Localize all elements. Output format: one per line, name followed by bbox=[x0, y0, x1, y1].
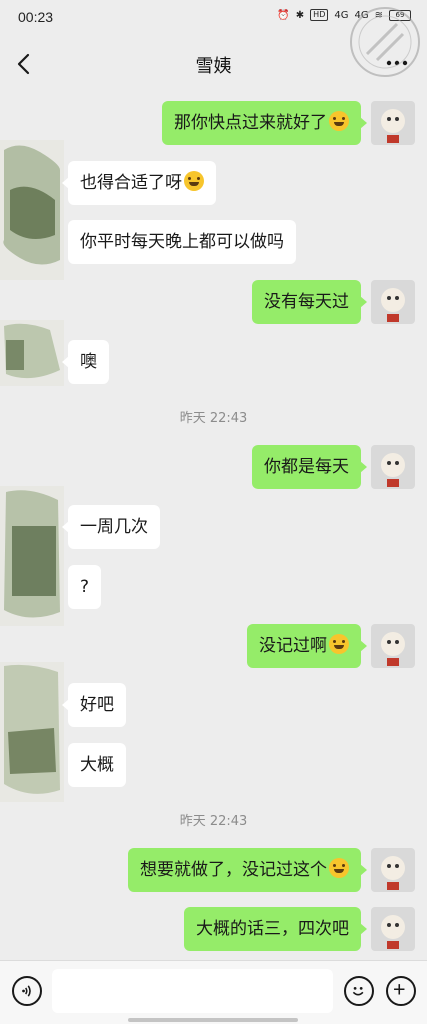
bubble-tail bbox=[360, 461, 367, 473]
other-avatar[interactable] bbox=[0, 486, 64, 626]
bubble-tail bbox=[360, 296, 367, 308]
message-bubble[interactable]: 一周几次 bbox=[68, 505, 160, 549]
hd-badge: HD bbox=[310, 9, 329, 21]
message-text: 没有每天过 bbox=[264, 292, 349, 312]
grin-emoji-icon bbox=[329, 111, 349, 131]
message-bubble[interactable]: 噢 bbox=[68, 340, 109, 384]
message-bubble[interactable]: 那你快点过来就好了 bbox=[162, 101, 361, 145]
message-input[interactable] bbox=[52, 969, 333, 1013]
other-avatar[interactable] bbox=[0, 662, 64, 802]
message-text: 大概的话三，四次吧 bbox=[196, 919, 349, 939]
self-avatar[interactable] bbox=[371, 624, 415, 668]
status-time: 00:23 bbox=[18, 9, 54, 25]
message-bubble[interactable]: 大概的话三，四次吧 bbox=[184, 907, 361, 951]
message-text: 没记过啊 bbox=[259, 636, 327, 656]
voice-input-icon[interactable] bbox=[12, 976, 42, 1006]
message-bubble[interactable]: ? bbox=[68, 565, 102, 609]
bubble-tail bbox=[360, 117, 367, 129]
input-bar bbox=[0, 960, 427, 1024]
add-more-icon[interactable] bbox=[386, 976, 416, 1006]
message-bubble[interactable]: 想要就做了，没记过这个 bbox=[128, 848, 361, 892]
more-options-icon[interactable] bbox=[385, 56, 409, 70]
home-indicator[interactable] bbox=[128, 1018, 298, 1022]
bubble-tail bbox=[62, 177, 69, 189]
bubble-tail bbox=[62, 356, 69, 368]
status-icons: ⏰ ✱ HD 4G 4G ≋ 69 bbox=[277, 9, 411, 21]
bubble-tail bbox=[62, 699, 69, 711]
bubble-tail bbox=[360, 923, 367, 935]
message-bubble[interactable]: 也得合适了呀 bbox=[68, 161, 216, 205]
other-avatar[interactable] bbox=[0, 140, 64, 280]
message-bubble[interactable]: 你都是每天 bbox=[252, 445, 361, 489]
message-text: 也得合适了呀 bbox=[80, 173, 182, 193]
alarm-icon: ⏰ bbox=[277, 9, 290, 21]
other-avatar[interactable] bbox=[0, 320, 64, 386]
bubble-tail bbox=[360, 864, 367, 876]
signal-4g-icon-2: 4G bbox=[354, 9, 369, 21]
self-avatar[interactable] bbox=[371, 848, 415, 892]
self-avatar[interactable] bbox=[371, 101, 415, 145]
self-avatar[interactable] bbox=[371, 907, 415, 951]
message-text: ? bbox=[80, 577, 90, 597]
timestamp: 昨天 22:43 bbox=[179, 411, 248, 426]
message-bubble[interactable]: 好吧 bbox=[68, 683, 126, 727]
battery-icon: 69 bbox=[389, 9, 411, 21]
chat-header: 雪姨 bbox=[0, 40, 427, 88]
status-bar: 00:23 ⏰ ✱ HD 4G 4G ≋ 69 bbox=[0, 0, 427, 36]
message-bubble[interactable]: 大概 bbox=[68, 743, 126, 787]
laugh-cry-emoji-icon bbox=[329, 858, 349, 878]
laugh-cry-emoji-icon bbox=[329, 634, 349, 654]
message-bubble[interactable]: 没记过啊 bbox=[247, 624, 361, 668]
message-text: 大概 bbox=[80, 755, 114, 775]
message-text: 那你快点过来就好了 bbox=[174, 113, 327, 133]
timestamp: 昨天 22:43 bbox=[179, 814, 248, 829]
bubble-tail bbox=[62, 521, 69, 533]
emoji-picker-icon[interactable] bbox=[344, 976, 374, 1006]
message-text: 想要就做了，没记过这个 bbox=[140, 860, 327, 880]
laugh-cry-emoji-icon bbox=[184, 171, 204, 191]
chat-title: 雪姨 bbox=[195, 56, 232, 77]
message-text: 你平时每天晚上都可以做吗 bbox=[80, 232, 284, 252]
message-bubble[interactable]: 你平时每天晚上都可以做吗 bbox=[68, 220, 296, 264]
self-avatar[interactable] bbox=[371, 280, 415, 324]
bubble-tail bbox=[360, 640, 367, 652]
signal-4g-icon: 4G bbox=[334, 9, 349, 21]
message-text: 你都是每天 bbox=[264, 457, 349, 477]
self-avatar[interactable] bbox=[371, 445, 415, 489]
message-text: 好吧 bbox=[80, 695, 114, 715]
message-bubble[interactable]: 没有每天过 bbox=[252, 280, 361, 324]
message-text: 噢 bbox=[80, 352, 97, 372]
message-row: 那你快点过来就好了 bbox=[0, 101, 427, 147]
message-text: 一周几次 bbox=[80, 517, 148, 537]
wifi-icon: ≋ bbox=[374, 9, 383, 21]
bluetooth-icon: ✱ bbox=[295, 9, 305, 21]
